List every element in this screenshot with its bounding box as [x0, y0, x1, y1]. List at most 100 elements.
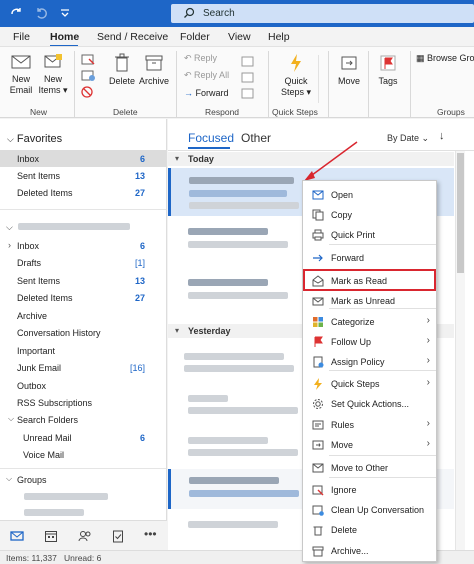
subject-redacted [189, 490, 299, 497]
ribbon: New Email New Items ▾ Delete Archive ↶ R… [0, 46, 474, 118]
flag-icon [314, 336, 323, 347]
chevron-down-icon: ⌵ [6, 474, 13, 483]
group-name-redacted[interactable] [24, 509, 84, 516]
folder-outbox[interactable]: Outbox [0, 377, 166, 394]
folder-voice-mail[interactable]: Voice Mail [0, 446, 166, 463]
reply-all-button[interactable]: ↶ Reply All [184, 70, 229, 81]
undo-icon[interactable] [34, 6, 48, 20]
menu-item-quick-steps[interactable]: Quick Steps › [303, 374, 436, 394]
favorite-sent-items[interactable]: Sent Items 13 [0, 167, 166, 184]
module-switcher: ••• [0, 520, 167, 550]
groups-header[interactable]: ⌵ Groups [0, 471, 166, 488]
folder-important[interactable]: Important [0, 342, 166, 359]
focused-underline [188, 147, 230, 149]
sync-icon[interactable] [9, 6, 23, 20]
favorite-deleted-items[interactable]: Deleted Items 27 [0, 184, 166, 201]
menu-item-clean-up-conversation[interactable]: Clean Up Conversation [303, 500, 436, 520]
menu-item-assign-policy[interactable]: Assign Policy › [303, 352, 436, 372]
account-header[interactable]: ⌵ [6, 222, 13, 233]
group-name-redacted[interactable] [24, 493, 108, 500]
move-label: Move [337, 76, 360, 86]
folder-sent-items[interactable]: Sent Items 13 [0, 272, 166, 289]
search-icon [184, 7, 195, 18]
unread-count: 13 [134, 171, 145, 181]
chevron-down-icon: ▾ [175, 154, 180, 163]
customize-toolbar-icon[interactable] [58, 6, 72, 20]
scroll-thumb[interactable] [457, 153, 464, 273]
menu-item-archive[interactable]: Archive... [303, 541, 436, 561]
menu-item-ignore[interactable]: Ignore [303, 480, 436, 500]
browse-groups-label: Browse Gro [427, 53, 474, 63]
menu-item-copy[interactable]: Copy [303, 205, 436, 225]
annotation-arrow [304, 141, 358, 181]
new-items-button[interactable]: New Items ▾ [38, 53, 68, 96]
folder-label: Outbox [17, 381, 47, 391]
tab-focused[interactable]: Focused [188, 131, 234, 145]
tab-other[interactable]: Other [241, 131, 271, 145]
menu-item-label: Copy [331, 210, 353, 220]
menu-item-follow-up[interactable]: Follow Up › [303, 332, 436, 352]
menu-item-forward[interactable]: Forward [303, 248, 436, 268]
divider [0, 209, 166, 210]
tab-help[interactable]: Help [268, 31, 290, 43]
submenu-arrow-icon: › [426, 335, 430, 346]
more-icon[interactable]: ••• [144, 527, 157, 541]
folder-inbox[interactable]: › Inbox 6 [0, 237, 166, 254]
new-items-label: New Items ▾ [38, 74, 68, 95]
archive-button[interactable]: Archive [138, 53, 170, 87]
menu-item-label: Rules [331, 420, 355, 430]
menu-item-label: Mark as Unread [331, 296, 396, 306]
respond-more[interactable] [240, 55, 258, 103]
favorites-header[interactable]: ⌵ Favorites [7, 133, 62, 145]
tasks-icon[interactable] [111, 529, 125, 543]
menu-item-label: Ignore [331, 485, 357, 495]
folder-unread-mail[interactable]: Unread Mail 6 [0, 429, 166, 446]
menu-item-move[interactable]: Move › [303, 435, 436, 455]
cleanup-tools[interactable] [80, 53, 100, 105]
folder-deleted-items[interactable]: Deleted Items 27 [0, 289, 166, 306]
sort-direction-icon[interactable]: ↓ [439, 130, 445, 142]
new-email-button[interactable]: New Email [6, 53, 36, 96]
tab-home[interactable]: Home [50, 31, 79, 43]
mail-icon[interactable] [10, 529, 24, 543]
reply-button[interactable]: ↶ Reply [184, 53, 217, 64]
folder-label: Deleted Items [17, 293, 73, 303]
tab-folder[interactable]: Folder [180, 31, 210, 43]
menu-item-set-quick-actions[interactable]: Set Quick Actions... [303, 394, 436, 414]
tab-view[interactable]: View [228, 31, 251, 43]
sort-by-date[interactable]: By Date ⌄ [387, 133, 429, 144]
tab-file[interactable]: File [13, 31, 30, 43]
menu-item-move-to-other[interactable]: Move to Other [303, 458, 436, 478]
folder-conversation-history[interactable]: Conversation History [0, 324, 166, 341]
menu-item-rules[interactable]: Rules › [303, 415, 436, 435]
folder-rss-subscriptions[interactable]: RSS Subscriptions [0, 394, 166, 411]
menu-item-quick-print[interactable]: Quick Print [303, 225, 436, 245]
folder-junk-email[interactable]: Junk Email [16] [0, 359, 166, 376]
menu-item-delete[interactable]: Delete [303, 520, 436, 540]
tags-button[interactable]: Tags [374, 53, 402, 87]
highlight-box [303, 269, 436, 291]
delete-button[interactable]: Delete [108, 53, 136, 87]
envelope-icon [11, 55, 31, 69]
unread-count: 6 [139, 241, 145, 251]
chevron-down-icon: ⌵ [8, 414, 15, 423]
folder-label: Voice Mail [23, 450, 65, 460]
calendar-icon[interactable] [44, 529, 58, 543]
move-button[interactable]: Move [335, 53, 363, 87]
scrollbar[interactable] [455, 151, 465, 550]
folder-drafts[interactable]: Drafts [1] [0, 254, 166, 271]
menu-item-categorize[interactable]: Categorize › [303, 312, 436, 332]
forward-button[interactable]: → Forward [184, 88, 229, 98]
search-box[interactable]: Search [171, 4, 474, 23]
quick-steps-scroll[interactable] [318, 55, 326, 103]
tab-send-receive[interactable]: Send / Receive [97, 31, 168, 43]
people-icon[interactable] [78, 529, 92, 543]
menu-item-open[interactable]: Open [303, 185, 436, 205]
favorite-inbox[interactable]: Inbox 6 [0, 150, 166, 167]
browse-groups-button[interactable]: ▦ Browse Gro [416, 53, 474, 64]
folder-search-folders[interactable]: ⌵ Search Folders [0, 411, 166, 428]
subject-redacted [184, 365, 294, 372]
quick-steps-button[interactable]: Quick Steps ▾ [278, 53, 314, 98]
folder-archive[interactable]: Archive [0, 307, 166, 324]
group-label-delete: Delete [113, 107, 138, 117]
